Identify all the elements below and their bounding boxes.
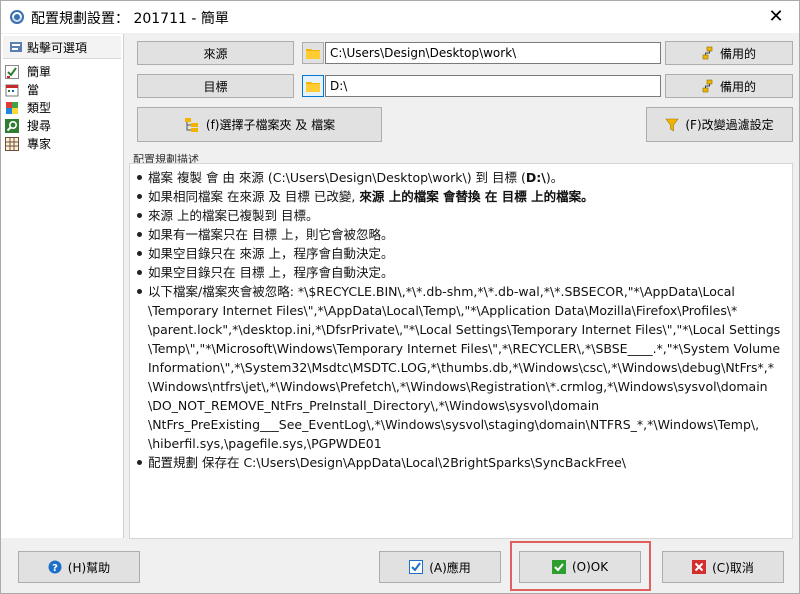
folder-tree-icon [184,117,198,132]
target-label: 目標 [203,79,228,94]
description-text-line: \Temp\","*\Microsoft\Windows\Temporary I… [148,341,781,356]
description-text: 配置規劃 保存在 C:\Users\Design\AppData\Local\2… [148,455,627,470]
tree-icon [702,79,713,93]
cancel-label: (C)取消 [712,560,754,575]
description-item: 來源 上的檔案已複製到 目標。 [132,206,792,225]
change-filter-label: (F)改變過濾設定 [685,118,774,132]
help-icon: ? [48,560,62,574]
description-text-line: \Temporary Internet Files\",*\AppData\Lo… [148,303,738,318]
description-text-line: \hiberfil.sys,\pagefile.sys,\PGPWDE01 [148,436,382,451]
apply-button[interactable]: (A)應用 [379,551,501,583]
ok-button[interactable]: (O)OK [519,551,641,583]
calendar-icon [5,84,19,96]
description-item: 如果空目錄只在 目標 上，程序會自動決定。 [132,263,792,282]
target-button[interactable]: 目標 [137,74,294,98]
description-item: 配置規劃 保存在 C:\Users\Design\AppData\Local\2… [132,453,792,472]
source-browse-button[interactable] [302,42,324,64]
ok-label: (O)OK [571,560,609,574]
sidebar: 點擊可選項 簡單 當 類型 搜尋 專家 [1,34,124,538]
source-button[interactable]: 來源 [137,41,294,65]
source-label: 來源 [203,46,228,61]
apply-icon [409,560,424,574]
bullet-icon [137,194,142,199]
dialog-window: 配置規劃設置： 201711 - 簡單 ✕ 點擊可選項 簡單 當 類型 搜尋 專… [0,0,800,594]
sidebar-item-label: 當 [27,83,40,97]
sidebar-item-type[interactable]: 類型 [5,99,119,116]
description-item: 如果空目錄只在 來源 上，程序會自動決定。 [132,244,792,263]
target-browse-button[interactable] [302,75,324,97]
sidebar-item-expert[interactable]: 專家 [5,135,119,152]
description-text: 來源 上的檔案 會替換 在 目標 上的檔案。 [359,189,594,204]
cancel-button[interactable]: (C)取消 [662,551,784,583]
sidebar-item-label: 專家 [27,137,52,151]
tree-icon [702,46,713,60]
select-subfolders-button[interactable]: (f)選擇子檔案夾 及 檔案 [137,107,382,142]
bullet-icon [137,460,142,465]
gear-icon [10,42,22,52]
bullet-icon [137,213,142,218]
sidebar-header-label: 點擊可選項 [27,40,88,55]
folder-icon [306,82,320,92]
help-label: (H)幫助 [67,560,111,575]
description-text-line: \parent.lock",*\desktop.ini,*\DfsrPrivat… [148,322,781,337]
source-path-input[interactable]: C:\Users\Design\Desktop\work\ [325,42,661,64]
description-text: 如果有一檔案只在 目標 上，則它會被忽略。 [148,227,394,242]
description-text: 來源 上的檔案已複製到 目標。 [148,208,319,223]
title-bar: 配置規劃設置： 201711 - 簡單 ✕ [1,1,799,33]
sidebar-item-label: 簡單 [27,65,52,79]
bullet-icon [137,232,142,237]
description-text-line: \NtFrs_PreExisting___See_EventLog\,*\Win… [148,417,760,432]
checkmark-icon [551,560,566,574]
description-item: 以下檔案/檔案夾會被忽略: *\$RECYCLE.BIN\,*\*.db-shm… [132,282,792,453]
bullet-icon [137,251,142,256]
description-text-line: \DO_NOT_REMOVE_NtFrs_PreInstall_Director… [148,398,600,413]
close-button[interactable]: ✕ [753,1,799,33]
source-spare-button[interactable]: 備用的 [665,41,793,65]
target-spare-button[interactable]: 備用的 [665,74,793,98]
folder-icon [306,49,320,59]
sidebar-item-when[interactable]: 當 [5,81,119,98]
description-text: 如果相同檔案 在來源 及 目標 已改變, [148,189,360,204]
sidebar-header[interactable]: 點擊可選項 [3,36,121,59]
puzzle-icon [6,101,18,114]
description-text: )。 [545,170,564,185]
sidebar-item-simple[interactable]: 簡單 [5,63,119,80]
description-text-line: \Windows\ntfrs\jet\,*\Windows\Prefetch\,… [148,379,768,394]
bullet-icon [137,289,142,294]
target-spare-label: 備用的 [719,79,756,94]
bullet-icon [137,270,142,275]
description-text: 如果空目錄只在 來源 上，程序會自動決定。 [148,246,394,261]
cancel-icon [692,560,707,574]
description-item: 如果相同檔案 在來源 及 目標 已改變, 來源 上的檔案 會替換 在 目標 上的… [132,187,792,206]
grid-icon [5,136,19,151]
target-path-input[interactable]: D:\ [325,75,661,97]
sidebar-item-label: 類型 [27,101,52,115]
check-chart-icon [5,64,19,79]
description-panel: 檔案 複製 會 由 來源 (C:\Users\Design\Desktop\wo… [129,163,793,539]
description-text-line: Information\",*\System32\Msdtc\MSDTC.LOG… [148,360,774,375]
apply-label: (A)應用 [429,560,471,575]
filter-icon [665,118,679,132]
description-text-line: 以下檔案/檔案夾會被忽略: *\$RECYCLE.BIN\,*\*.db-shm… [148,284,735,299]
help-button[interactable]: ? (H)幫助 [18,551,140,583]
app-icon [10,10,24,24]
select-subfolders-label: (f)選擇子檔案夾 及 檔案 [205,118,336,132]
svg-text:?: ? [52,563,58,574]
description-text: 檔案 複製 會 由 來源 (C:\Users\Design\Desktop\wo… [148,170,526,185]
bullet-icon [137,175,142,180]
description-text: 如果空目錄只在 目標 上，程序會自動決定。 [148,265,394,280]
window-title: 配置規劃設置： 201711 - 簡單 [31,11,229,27]
magnifier-icon [5,118,19,133]
sidebar-item-search[interactable]: 搜尋 [5,117,119,134]
description-item: 檔案 複製 會 由 來源 (C:\Users\Design\Desktop\wo… [132,168,792,187]
change-filter-button[interactable]: (F)改變過濾設定 [646,107,793,142]
source-spare-label: 備用的 [719,46,756,61]
description-item: 如果有一檔案只在 目標 上，則它會被忽略。 [132,225,792,244]
description-list: 檔案 複製 會 由 來源 (C:\Users\Design\Desktop\wo… [130,164,792,472]
description-text: D:\ [525,170,546,185]
sidebar-item-label: 搜尋 [27,119,52,133]
